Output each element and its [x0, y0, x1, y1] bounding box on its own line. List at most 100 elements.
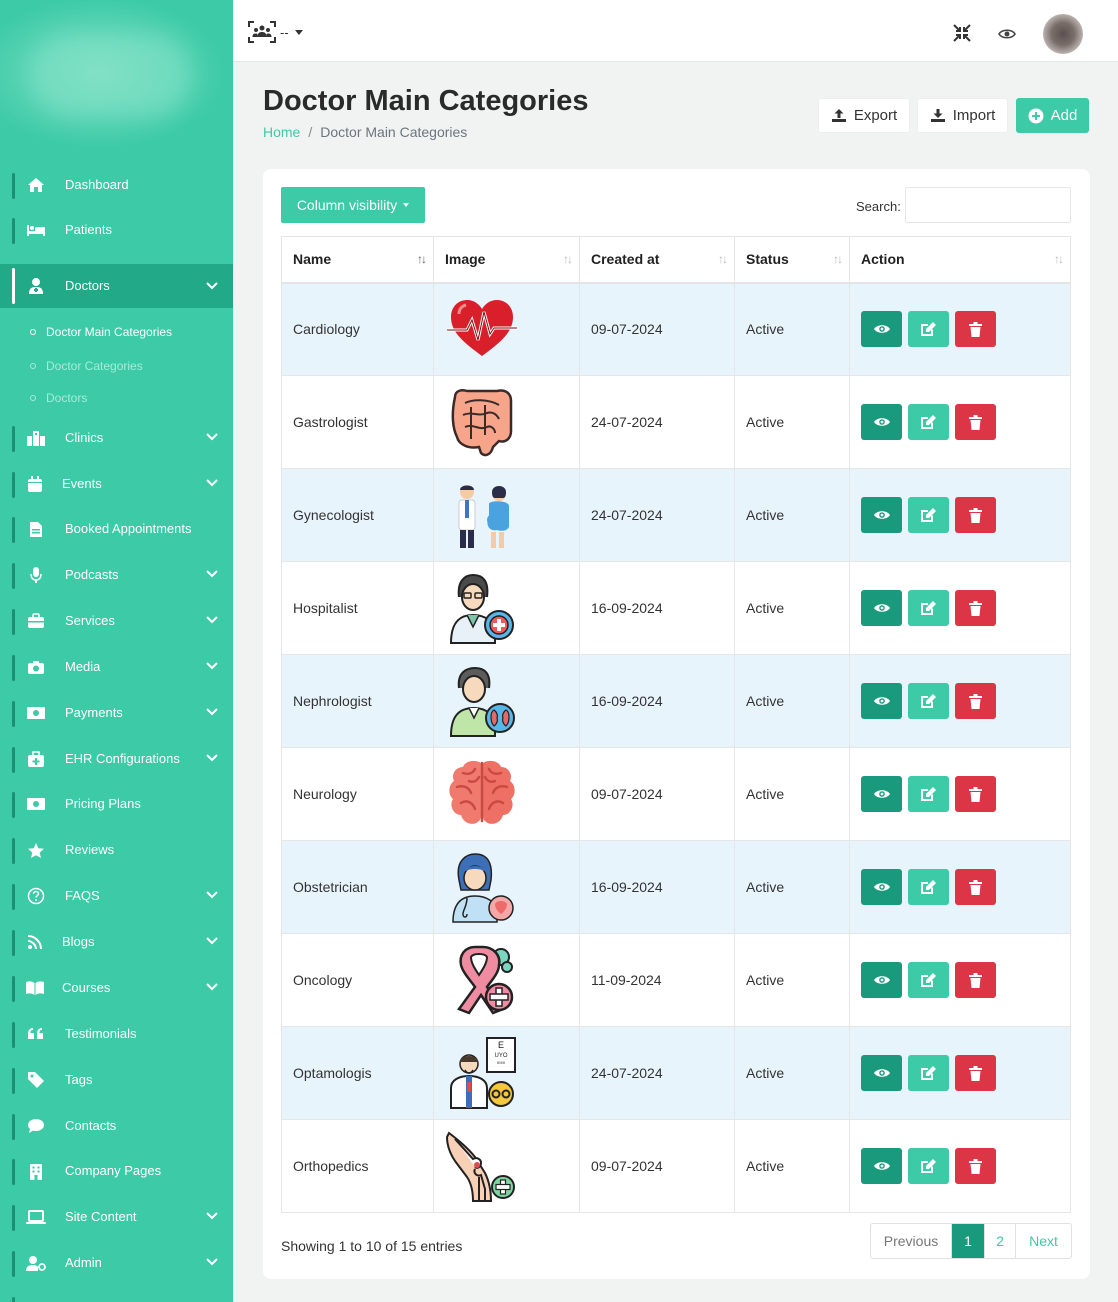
categories-table: Name ↑↓ Image ↑↓ Created at ↑↓ Status ↑↓ Act… [281, 236, 1071, 1213]
sidebar-item-label: Blogs [62, 934, 95, 949]
edit-button[interactable] [908, 404, 949, 440]
pagination-previous[interactable]: Previous [871, 1224, 952, 1258]
compress-icon[interactable] [953, 24, 971, 42]
trash-icon [969, 786, 982, 802]
sidebar-item-blogs[interactable]: Blogs [0, 922, 233, 962]
sidebar-item-more[interactable] [0, 1289, 233, 1302]
sort-icon: ↑↓ [417, 252, 427, 266]
table-row: Hospitalist 16-09-2024 Active [281, 561, 1071, 655]
pagination-next[interactable]: Next [1016, 1224, 1071, 1258]
sidebar-item-services[interactable]: Services [0, 601, 233, 641]
edit-button[interactable] [908, 590, 949, 626]
view-button[interactable] [861, 962, 902, 998]
sidebar-subitem-doctor-main-categories[interactable]: Doctor Main Categories [30, 325, 172, 339]
team-selector-value: -- [280, 24, 289, 40]
sidebar-subitem-doctors[interactable]: Doctors [30, 391, 87, 405]
breadcrumb-home[interactable]: Home [263, 124, 300, 140]
team-selector[interactable]: -- [248, 20, 308, 44]
export-button[interactable]: Export [818, 98, 910, 133]
sidebar-item-dashboard[interactable]: Dashboard [0, 165, 233, 205]
search-input[interactable] [905, 187, 1071, 223]
sidebar-item-label: Patients [65, 222, 112, 237]
pagination-page-1[interactable]: 1 [952, 1224, 985, 1258]
briefcase-icon [26, 611, 46, 631]
edit-button[interactable] [908, 497, 949, 533]
view-button[interactable] [861, 590, 902, 626]
column-header-status[interactable]: Status ↑↓ [734, 236, 850, 284]
cell-action [849, 375, 1071, 469]
view-button[interactable] [861, 311, 902, 348]
sidebar-item-tags[interactable]: Tags [0, 1060, 233, 1100]
sidebar-item-label: Admin [65, 1255, 102, 1270]
sidebar-item-site-content[interactable]: Site Content [0, 1197, 233, 1237]
delete-button[interactable] [955, 311, 996, 348]
eye-icon [873, 604, 890, 612]
cell-name: Nephrologist [281, 654, 434, 748]
sidebar-item-contacts[interactable]: Contacts [0, 1106, 233, 1146]
column-header-image[interactable]: Image ↑↓ [433, 236, 580, 284]
sidebar-item-payments[interactable]: Payments [0, 693, 233, 733]
delete-button[interactable] [955, 1148, 996, 1184]
delete-button[interactable] [955, 1055, 996, 1091]
edit-button[interactable] [908, 776, 949, 812]
eye-icon[interactable] [998, 25, 1016, 43]
import-button[interactable]: Import [917, 98, 1008, 133]
sidebar-item-events[interactable]: Events [0, 464, 233, 504]
sidebar-item-media[interactable]: Media [0, 647, 233, 687]
edit-icon [921, 601, 936, 615]
cell-action [849, 468, 1071, 562]
sidebar-item-courses[interactable]: Courses [0, 968, 233, 1008]
column-visibility-button[interactable]: Column visibility [281, 187, 425, 223]
sidebar-item-podcasts[interactable]: Podcasts [0, 555, 233, 595]
tag-icon [26, 1070, 46, 1090]
edit-button[interactable] [908, 1148, 949, 1184]
pagination: Previous 1 2 Next [870, 1223, 1072, 1259]
delete-button[interactable] [955, 776, 996, 812]
edit-icon [921, 787, 936, 801]
view-button[interactable] [861, 776, 902, 812]
pagination-page-2[interactable]: 2 [985, 1224, 1016, 1258]
delete-button[interactable] [955, 497, 996, 533]
sidebar-item-pricing-plans[interactable]: Pricing Plans [0, 784, 233, 824]
cell-created-at: 09-07-2024 [579, 282, 735, 376]
edit-button[interactable] [908, 311, 949, 348]
delete-button[interactable] [955, 962, 996, 998]
view-button[interactable] [861, 497, 902, 533]
sidebar-subitem-doctor-categories[interactable]: Doctor Categories [30, 359, 143, 373]
sidebar-item-admin[interactable]: Admin [0, 1243, 233, 1283]
cell-action [849, 1026, 1071, 1120]
column-header-created-at[interactable]: Created at ↑↓ [579, 236, 735, 284]
sidebar-item-reviews[interactable]: Reviews [0, 830, 233, 870]
delete-button[interactable] [955, 869, 996, 905]
avatar[interactable] [1043, 14, 1083, 54]
edit-button[interactable] [908, 1055, 949, 1091]
sidebar-item-testimonials[interactable]: Testimonials [0, 1014, 233, 1054]
page-title: Doctor Main Categories [263, 85, 589, 117]
delete-button[interactable] [955, 590, 996, 626]
cell-created-at: 24-07-2024 [579, 468, 735, 562]
delete-button[interactable] [955, 683, 996, 719]
sidebar-item-doctors[interactable]: Doctors [0, 264, 233, 308]
cell-name: Hospitalist [281, 561, 434, 655]
column-header-name[interactable]: Name ↑↓ [281, 236, 434, 284]
add-button[interactable]: Add [1016, 98, 1089, 133]
sidebar-item-booked-appointments[interactable]: Booked Appointments [0, 509, 233, 549]
sidebar-item-label: Clinics [65, 430, 104, 445]
sidebar-item-company-pages[interactable]: Company Pages [0, 1151, 233, 1191]
sidebar-item-ehr-configurations[interactable]: EHR Configurations [0, 739, 233, 779]
logo[interactable] [0, 0, 220, 145]
sidebar-item-patients[interactable]: Patients [0, 210, 233, 250]
edit-button[interactable] [908, 683, 949, 719]
sidebar-item-clinics[interactable]: Clinics [0, 418, 233, 458]
edit-button[interactable] [908, 962, 949, 998]
view-button[interactable] [861, 1055, 902, 1091]
delete-button[interactable] [955, 404, 996, 440]
view-button[interactable] [861, 1148, 902, 1184]
edit-icon [921, 415, 936, 429]
edit-button[interactable] [908, 869, 949, 905]
view-button[interactable] [861, 683, 902, 719]
sidebar-item-faqs[interactable]: FAQS [0, 876, 233, 916]
column-header-action[interactable]: Action ↑↓ [849, 236, 1071, 284]
view-button[interactable] [861, 404, 902, 440]
view-button[interactable] [861, 869, 902, 905]
